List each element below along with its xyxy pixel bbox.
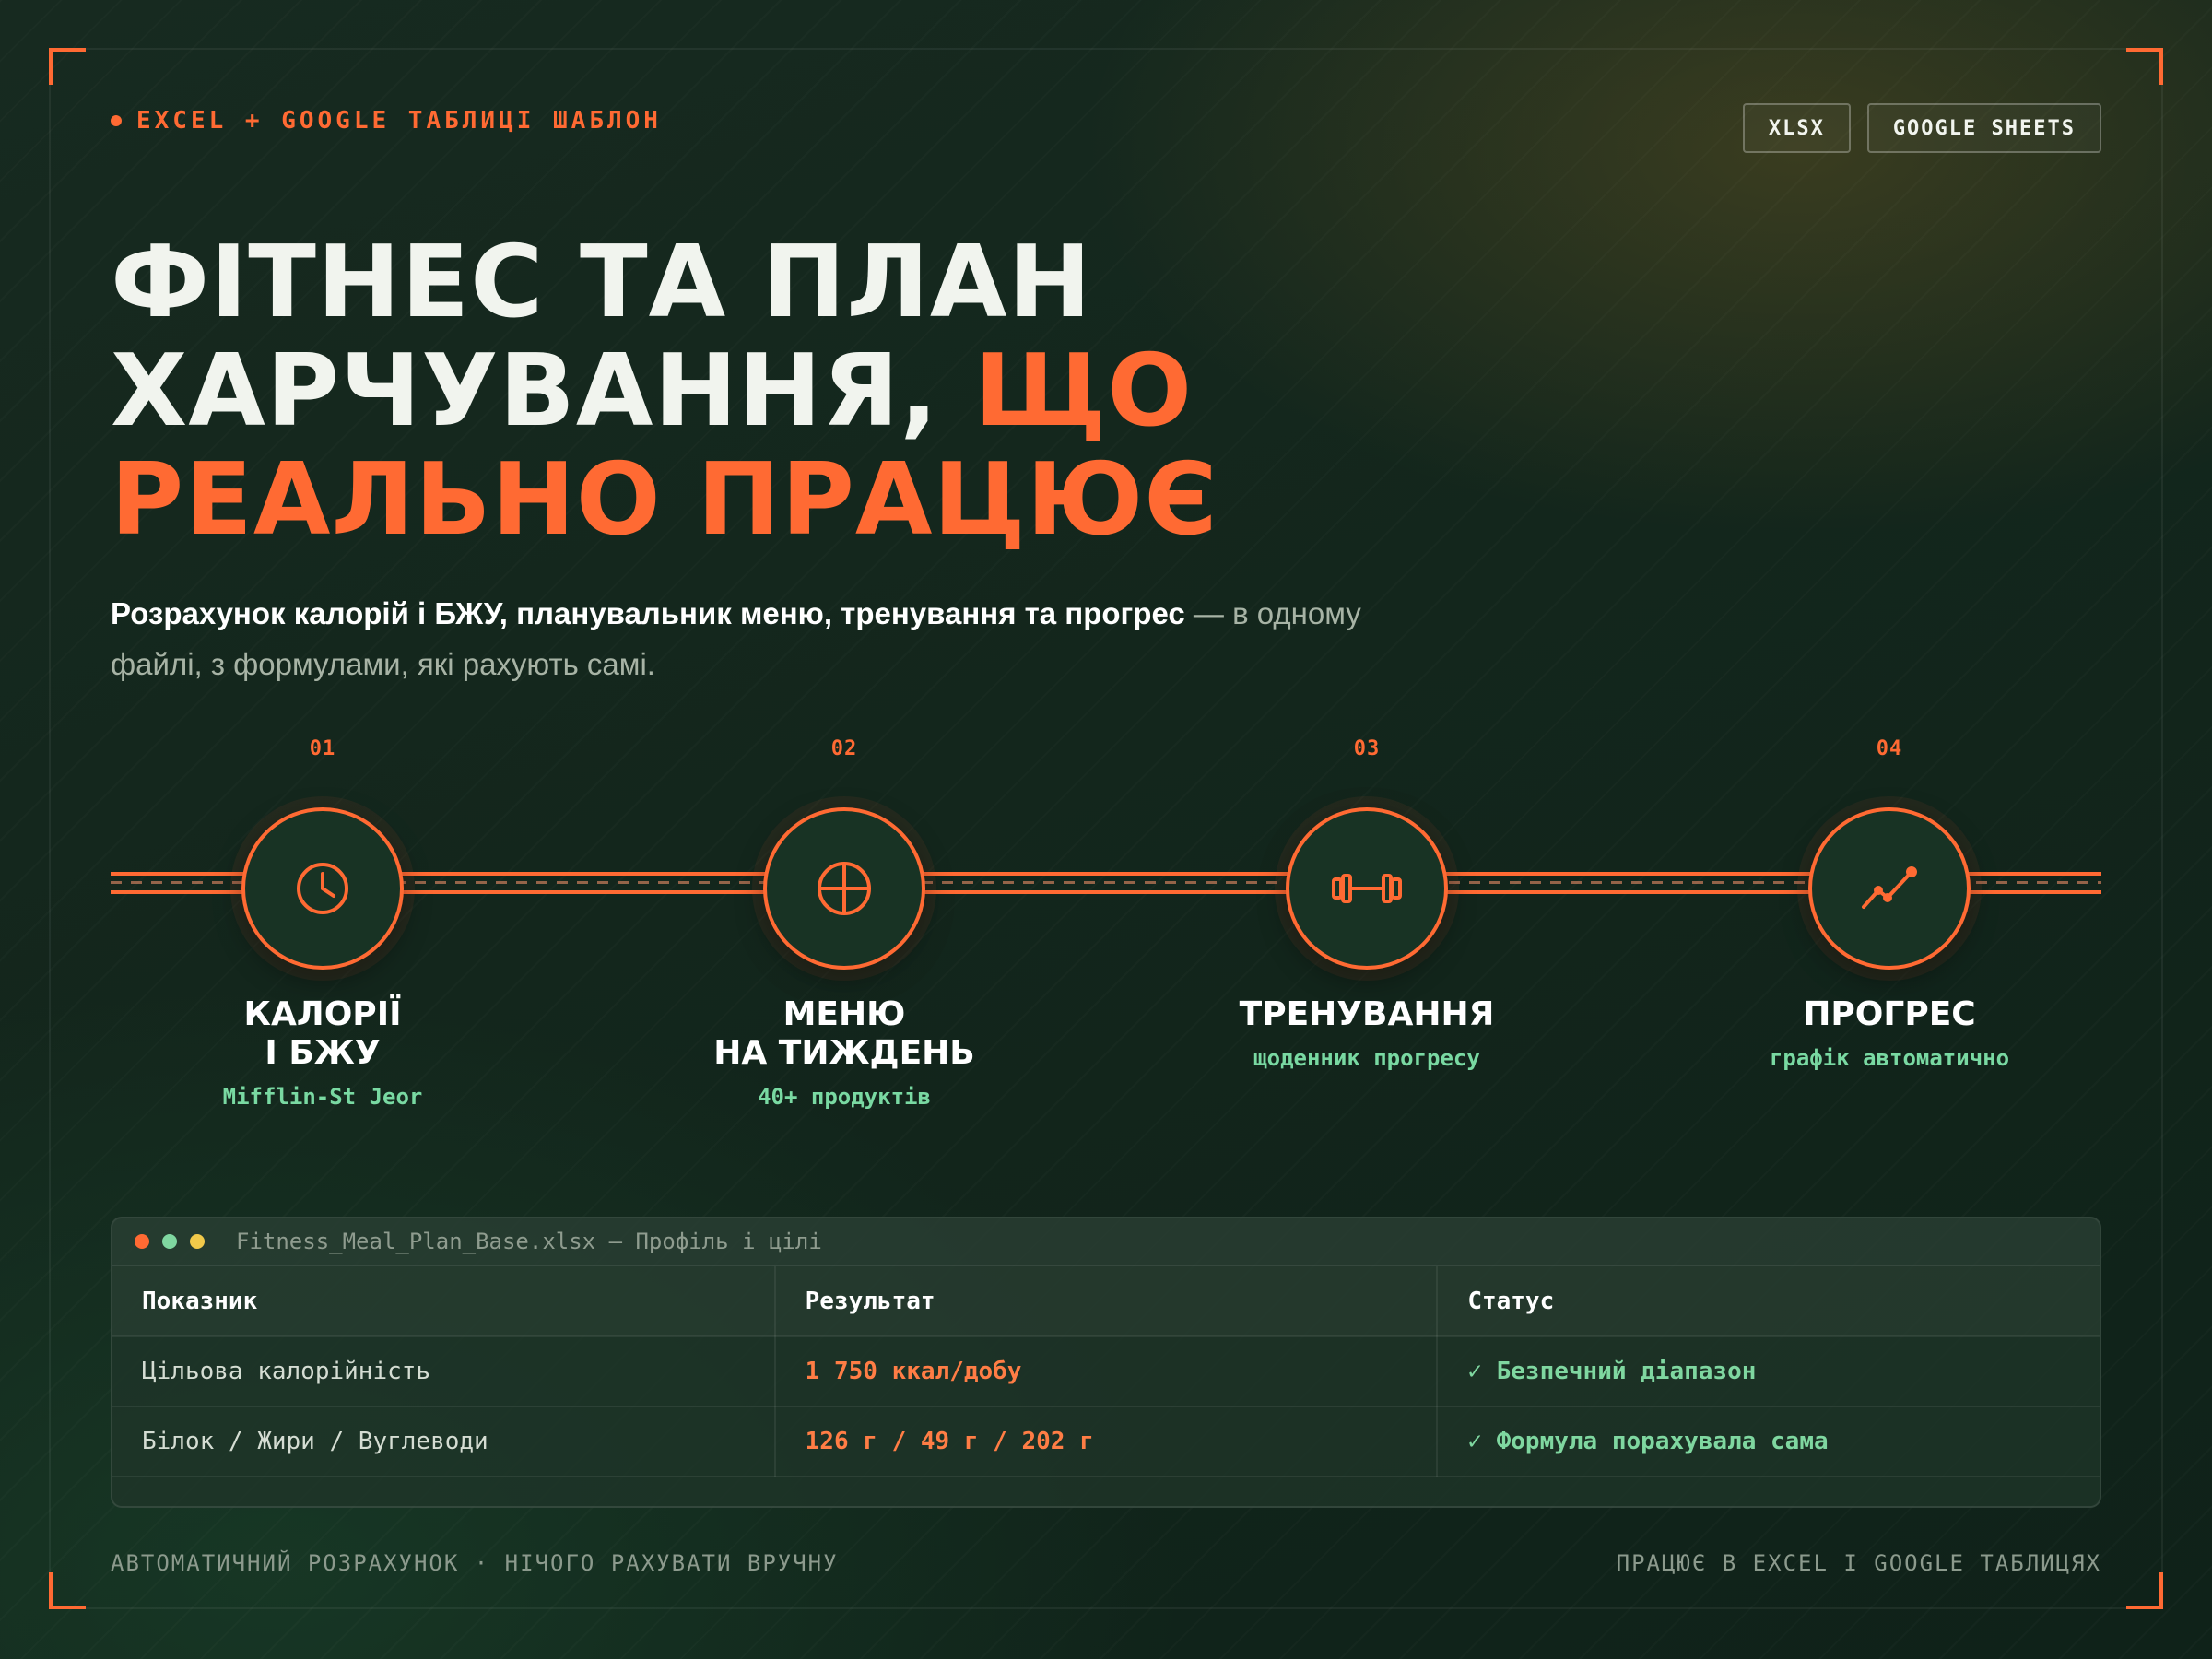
step-subtitle: графік автоматично	[1769, 1045, 2010, 1071]
step-calories: 01 КАЛОРІЇ І БЖУ Mifflin-St Jeor	[120, 737, 525, 1110]
trend-line-icon	[1862, 866, 1917, 909]
step-subtitle: Mifflin-St Jeor	[222, 1084, 423, 1110]
step-title: ПРОГРЕС	[1803, 995, 1976, 1033]
step-title-line-2: НА ТИЖДЕНЬ	[713, 1034, 975, 1072]
dumbbell-icon	[1332, 874, 1402, 903]
table-header-row: Показник Результат Статус	[112, 1266, 2100, 1337]
title-line-2: ХАРЧУВАННЯ,	[111, 334, 975, 449]
column-header: Показник	[112, 1266, 776, 1337]
eyebrow-text: EXCEL + GOOGLE ТАБЛИЦІ ШАБЛОН	[136, 107, 662, 135]
step-subtitle: щоденник прогресу	[1253, 1045, 1480, 1071]
step-subtitle: 40+ продуктів	[758, 1084, 931, 1110]
table-cell-status: ✓ Безпечний діапазон	[1437, 1336, 2100, 1407]
step-title: ТРЕНУВАННЯ	[1239, 995, 1495, 1033]
step-title-line-2: І БЖУ	[265, 1034, 381, 1072]
step-title: МЕНЮ НА ТИЖДЕНЬ	[641, 995, 1047, 1073]
step-icon-circle	[1286, 807, 1448, 970]
table-cell-label: Білок / Жири / Вуглеводи	[112, 1406, 776, 1477]
step-icon-circle	[241, 807, 404, 970]
table-row: Білок / Жири / Вуглеводи 126 г / 49 г / …	[112, 1406, 2100, 1477]
eyebrow: EXCEL + GOOGLE ТАБЛИЦІ ШАБЛОН	[111, 107, 662, 135]
footer-left-note: АВТОМАТИЧНИЙ РОЗРАХУНОК · НІЧОГО РАХУВАТ…	[111, 1550, 839, 1576]
table-cell-label: Цільова калорійність	[112, 1336, 776, 1407]
step-icon-circle	[1808, 807, 1971, 970]
table-cell-value: 1 750 ккал/добу	[774, 1336, 1439, 1407]
corner-mark-bottom-left	[49, 1572, 86, 1609]
column-header: Результат	[774, 1266, 1439, 1337]
results-table: Показник Результат Статус Цільова калорі…	[112, 1266, 2100, 1477]
window-close-icon[interactable]	[135, 1234, 149, 1249]
google-sheets-badge[interactable]: GOOGLE SHEETS	[1866, 103, 2101, 153]
corner-mark-top-right	[2126, 48, 2163, 85]
step-number: 04	[1876, 737, 1903, 760]
xlsx-badge[interactable]: XLSX	[1742, 103, 1851, 153]
step-progress: 04 ПРОГРЕС графік автоматично	[1687, 737, 2092, 1071]
column-header: Статус	[1437, 1266, 2100, 1337]
window-filename: Fitness_Meal_Plan_Base.xlsx — Профіль і …	[236, 1229, 822, 1254]
corner-mark-top-left	[49, 48, 86, 85]
subtitle-bold: Розрахунок калорій і БЖУ, планувальник м…	[111, 596, 1185, 630]
corner-mark-bottom-right	[2126, 1572, 2163, 1609]
title-accent-2: РЕАЛЬНО ПРАЦЮЄ	[111, 442, 1218, 558]
step-menu: 02 МЕНЮ НА ТИЖДЕНЬ 40+ продуктів	[641, 737, 1047, 1110]
eyebrow-dot-icon	[111, 115, 122, 126]
step-title-line-1: МЕНЮ	[782, 995, 906, 1033]
spreadsheet-window: Fitness_Meal_Plan_Base.xlsx — Профіль і …	[111, 1217, 2101, 1508]
window-minimize-icon[interactable]	[190, 1234, 205, 1249]
window-maximize-icon[interactable]	[162, 1234, 177, 1249]
step-title: КАЛОРІЇ І БЖУ	[120, 995, 525, 1073]
table-cell-value: 126 г / 49 г / 202 г	[774, 1406, 1439, 1477]
format-badges: XLSX GOOGLE SHEETS	[1742, 103, 2101, 153]
step-number: 01	[309, 737, 336, 760]
title-line-1: ФІТНЕС ТА ПЛАН	[111, 225, 1092, 340]
window-titlebar: Fitness_Meal_Plan_Base.xlsx — Профіль і …	[112, 1218, 2100, 1266]
crosshair-icon	[818, 862, 871, 915]
step-number: 02	[830, 737, 858, 760]
title-accent-1: ЩО	[974, 334, 1193, 449]
subtitle: Розрахунок калорій і БЖУ, планувальник м…	[111, 588, 1438, 689]
step-number: 03	[1353, 737, 1381, 760]
table-cell-status: ✓ Формула порахувала сама	[1437, 1406, 2100, 1477]
footer-right-note: ПРАЦЮЄ В EXCEL І GOOGLE ТАБЛИЦЯХ	[1616, 1550, 2101, 1576]
page-title: ФІТНЕС ТА ПЛАН ХАРЧУВАННЯ, ЩО РЕАЛЬНО ПР…	[111, 229, 1401, 555]
step-training: 03 ТРЕНУВАННЯ щоденник прогресу	[1164, 737, 1570, 1071]
step-title-line-1: КАЛОРІЇ	[243, 995, 402, 1033]
clock-icon	[297, 863, 348, 914]
table-row: Цільова калорійність 1 750 ккал/добу ✓ Б…	[112, 1336, 2100, 1407]
step-icon-circle	[763, 807, 925, 970]
